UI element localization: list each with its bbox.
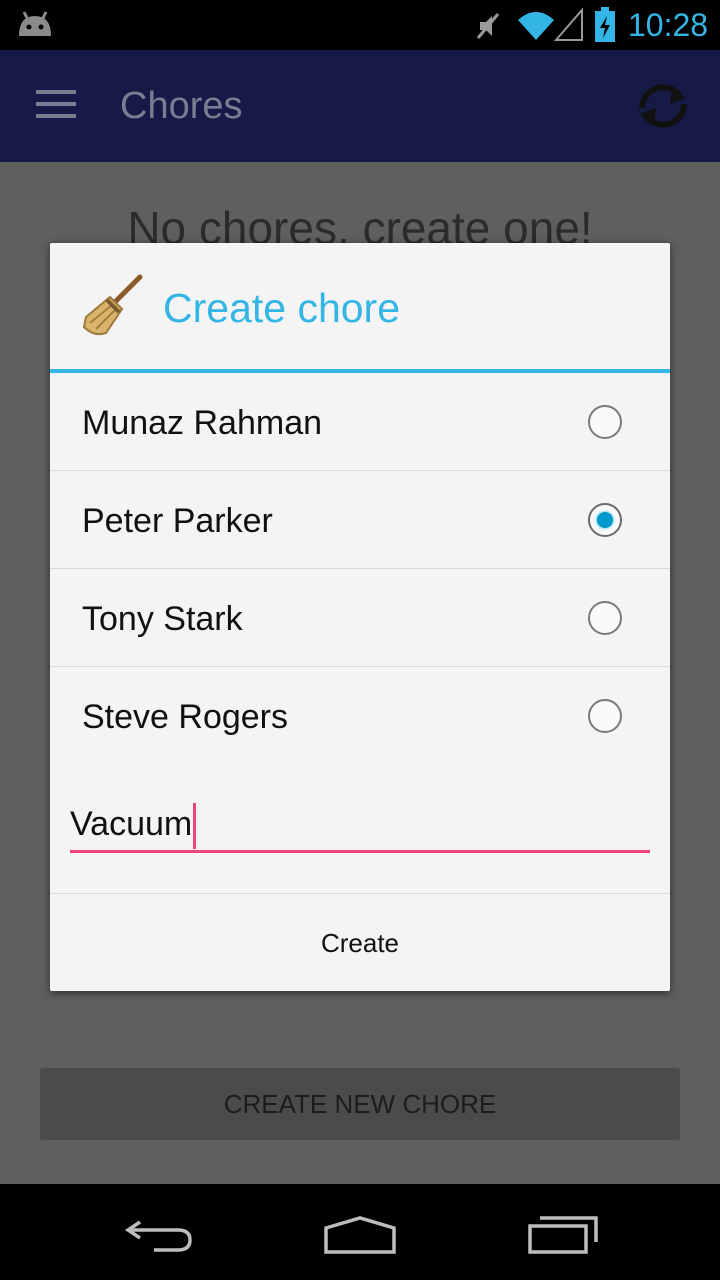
- chore-name-input[interactable]: Vacuum: [70, 793, 650, 853]
- dialog-header: Create chore: [50, 243, 670, 373]
- create-new-chore-button[interactable]: CREATE NEW CHORE: [40, 1068, 680, 1140]
- person-name: Peter Parker: [82, 502, 273, 540]
- radio-button[interactable]: [588, 601, 622, 635]
- refresh-icon[interactable]: [632, 80, 694, 132]
- list-item[interactable]: Tony Stark: [50, 569, 670, 667]
- chore-input-value-wrap: Vacuum: [70, 803, 197, 849]
- muted-icon: [476, 13, 500, 39]
- android-icon: [19, 11, 51, 36]
- action-bar: Chores: [0, 50, 720, 162]
- text-cursor: [193, 803, 197, 849]
- list-item[interactable]: Munaz Rahman: [50, 373, 670, 471]
- navigation-bar: [0, 1184, 720, 1280]
- person-list: Munaz Rahman Peter Parker Tony Stark Ste…: [50, 373, 670, 765]
- wifi-icon: [518, 12, 554, 40]
- recents-icon[interactable]: [526, 1212, 600, 1256]
- dialog-title: Create chore: [163, 285, 401, 331]
- menu-icon[interactable]: [36, 90, 76, 122]
- status-bar: 10:28: [0, 0, 720, 50]
- list-item[interactable]: Steve Rogers: [50, 667, 670, 765]
- back-icon[interactable]: [124, 1214, 196, 1254]
- battery-charging-icon: [595, 7, 615, 42]
- radio-button[interactable]: [588, 405, 622, 439]
- person-name: Tony Stark: [82, 600, 243, 638]
- radio-button-selected[interactable]: [588, 503, 622, 537]
- create-button[interactable]: Create: [50, 894, 670, 992]
- page-title: Chores: [120, 85, 243, 127]
- home-icon[interactable]: [322, 1214, 398, 1256]
- dialog-footer: Create: [50, 893, 670, 991]
- radio-dot: [597, 512, 613, 528]
- status-clock: 10:28: [628, 7, 709, 43]
- broom-icon: [82, 274, 143, 336]
- radio-button[interactable]: [588, 699, 622, 733]
- person-name: Munaz Rahman: [82, 404, 323, 442]
- signal-icon: [554, 8, 583, 41]
- person-name: Steve Rogers: [82, 698, 288, 736]
- list-item[interactable]: Peter Parker: [50, 471, 670, 569]
- create-chore-dialog: Create chore Munaz Rahman Peter Parker T…: [50, 243, 670, 991]
- chore-input-value: Vacuum: [70, 804, 193, 843]
